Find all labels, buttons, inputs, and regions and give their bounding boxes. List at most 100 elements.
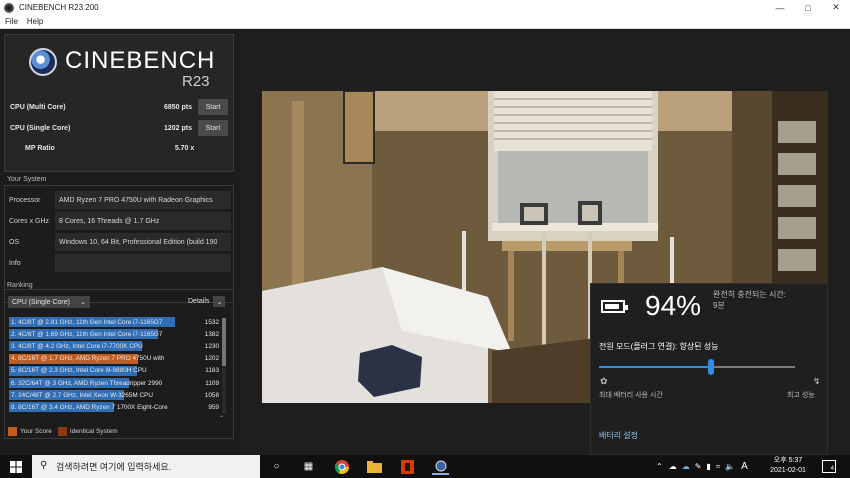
- cinebench-window: CINEBENCH R23.200 — □ ✕ File Help CINEBE…: [0, 0, 850, 478]
- ranking-row[interactable]: 3. 4C/8T @ 4.2 GHz, Intel Core i7-7700K …: [9, 340, 227, 352]
- ranking-label: 4. 8C/16T @ 1.7 GHz, AMD Ryzen 7 PRO 475…: [11, 355, 165, 363]
- logo-score-box: CINEBENCH R23 CPU (Multi Core) 6850 pts …: [4, 34, 234, 172]
- ranking-row[interactable]: 6. 32C/64T @ 3 GHz, AMD Ryzen Threadripp…: [9, 377, 227, 389]
- ranking-row[interactable]: 2. 4C/8T @ 1.69 GHz, 11th Gen Intel Core…: [9, 328, 227, 340]
- logo-version: R23: [182, 73, 210, 90]
- bolt-icon: ↯: [813, 376, 821, 386]
- ranking-test-select[interactable]: CPU (Single Core) ⌄: [8, 296, 90, 308]
- ranking-scrollbar-thumb[interactable]: [222, 318, 226, 366]
- chevron-down-icon: ⌄: [80, 299, 86, 306]
- your-score-swatch: [8, 427, 17, 436]
- ranking-row[interactable]: 5. 8C/16T @ 2.3 GHz, Intel Core i9-9880H…: [9, 365, 227, 377]
- volume-icon[interactable]: 🔈: [725, 462, 735, 471]
- ranking-score: 1532: [204, 318, 219, 326]
- mp-ratio-value: 5.70 x: [174, 145, 195, 152]
- ranking-label: 7. 24C/48T @ 2.7 GHz, Intel Xeon W-3265M…: [11, 391, 153, 399]
- ranking-score: 1382: [204, 330, 219, 338]
- battery-icon[interactable]: ▮: [706, 462, 710, 471]
- file-explorer-icon[interactable]: [366, 458, 383, 475]
- menu-bar: File Help: [0, 15, 850, 29]
- ime-indicator[interactable]: A: [741, 461, 748, 472]
- wifi-icon[interactable]: ≈: [716, 462, 720, 471]
- os-value: Windows 10, 64 Bit, Professional Edition…: [55, 233, 231, 251]
- full-charge-label: 완전히 충전되는 시간:: [713, 290, 786, 299]
- single-core-label: CPU (Single Core): [10, 124, 71, 132]
- ranking-row[interactable]: 8. 8C/16T @ 3.4 GHz, AMD Ryzen 7 1700X E…: [9, 401, 227, 413]
- maximize-button[interactable]: □: [794, 0, 822, 15]
- pen-icon[interactable]: ✎: [695, 462, 702, 471]
- ranking-label: 3. 4C/8T @ 4.2 GHz, Intel Core i7-7700K …: [11, 342, 143, 350]
- details-label: Details: [188, 298, 210, 305]
- chrome-icon[interactable]: [333, 458, 350, 475]
- details-dropdown[interactable]: Details ⌄: [188, 296, 226, 307]
- cloud-icon[interactable]: ☁: [669, 462, 677, 471]
- ranking-row[interactable]: 7. 24C/48T @ 2.7 GHz, Intel Xeon W-3265M…: [9, 389, 227, 401]
- notification-center-icon[interactable]: 4: [822, 460, 836, 473]
- taskbar: ⚲ 검색하려면 여기에 입력하세요. ○ ▦ ⌃ ☁ ☁ ✎ ▮ ≈ 🔈 A 오…: [0, 455, 850, 478]
- power-mode-label: 전원 모드(플러그 연결): 향상된 성능: [599, 342, 719, 351]
- ranking-label: 5. 8C/16T @ 2.3 GHz, Intel Core i9-9880H…: [11, 367, 147, 375]
- info-row: Info: [9, 254, 231, 272]
- ranking-list: 1. 4C/8T @ 2.81 GHz, 11th Gen Intel Core…: [9, 316, 227, 414]
- taskbar-search-input[interactable]: ⚲ 검색하려면 여기에 입력하세요.: [32, 455, 260, 478]
- ranking-title: Ranking: [7, 282, 33, 289]
- clock-time: 오후 5:37: [773, 457, 803, 464]
- multi-core-start-button[interactable]: Start: [198, 99, 228, 115]
- chevron-down-icon: ⌄: [213, 296, 226, 307]
- processor-key: Processor: [9, 196, 41, 204]
- cortana-icon[interactable]: ○: [268, 458, 285, 475]
- single-core-row: CPU (Single Core) 1202 pts Start: [10, 120, 228, 136]
- power-mode-slider-thumb[interactable]: [707, 359, 714, 375]
- ranking-row[interactable]: 1. 4C/8T @ 2.81 GHz, 11th Gen Intel Core…: [9, 316, 227, 328]
- battery-settings-link[interactable]: 배터리 설정: [599, 430, 638, 441]
- office-icon[interactable]: [399, 458, 416, 475]
- search-placeholder: 검색하려면 여기에 입력하세요.: [56, 462, 172, 472]
- windows-logo-icon: [10, 460, 22, 473]
- mp-ratio-row: MP Ratio 5.70 x: [25, 145, 194, 152]
- multi-core-label: CPU (Multi Core): [10, 103, 66, 111]
- ranking-score: 959: [208, 403, 219, 411]
- menu-help[interactable]: Help: [27, 17, 43, 26]
- leaf-icon: ✿: [600, 376, 608, 386]
- os-key: OS: [9, 238, 20, 246]
- ranking-legend: Your Score Identical System: [8, 427, 118, 436]
- window-title: CINEBENCH R23.200: [19, 3, 99, 12]
- left-panel: CINEBENCH R23 CPU (Multi Core) 6850 pts …: [0, 29, 240, 455]
- taskbar-clock[interactable]: 오후 5:37 2021-02-01: [768, 456, 808, 476]
- menu-file[interactable]: File: [5, 17, 18, 26]
- ranking-test-selected: CPU (Single Core): [12, 298, 70, 306]
- notification-count: 4: [830, 466, 834, 472]
- minimize-button[interactable]: —: [766, 0, 794, 15]
- system-box: Processor AMD Ryzen 7 PRO 4750U with Rad…: [4, 185, 234, 303]
- mp-ratio-label: MP Ratio: [25, 145, 55, 152]
- info-field[interactable]: [55, 254, 231, 272]
- chevron-up-icon[interactable]: ⌃: [656, 462, 663, 471]
- ranking-label: 8. 8C/16T @ 3.4 GHz, AMD Ryzen 7 1700X E…: [11, 403, 168, 411]
- close-button[interactable]: ✕: [822, 0, 850, 15]
- battery-percentage: 94%: [645, 290, 702, 321]
- power-mode-slider-fill: [599, 366, 711, 368]
- ranking-score: 1183: [205, 367, 219, 375]
- ranking-label: 1. 4C/8T @ 2.81 GHz, 11th Gen Intel Core…: [11, 318, 163, 326]
- onedrive-icon[interactable]: ☁: [682, 462, 690, 471]
- ranking-row[interactable]: 4. 8C/16T @ 1.7 GHz, AMD Ryzen 7 PRO 475…: [9, 353, 227, 365]
- single-core-start-button[interactable]: Start: [198, 120, 228, 136]
- task-view-icon[interactable]: ▦: [300, 458, 317, 475]
- multi-core-score: 6850 pts: [163, 103, 192, 111]
- single-core-score: 1202 pts: [163, 124, 192, 132]
- full-charge-time: 완전히 충전되는 시간: 9분: [713, 289, 823, 311]
- scroll-down-icon[interactable]: ⌄: [219, 412, 224, 419]
- start-button[interactable]: [0, 455, 32, 478]
- cores-value: 8 Cores, 16 Threads @ 1.7 GHz: [55, 212, 231, 230]
- cinebench-taskbar-icon[interactable]: [432, 458, 449, 475]
- battery-flyout: 94% 완전히 충전되는 시간: 9분 전원 모드(플러그 연결): 향상된 성…: [590, 283, 828, 455]
- full-charge-value: 9분: [713, 301, 725, 310]
- cinebench-logo-icon: [29, 48, 57, 76]
- cinebench-app-icon: [4, 2, 14, 13]
- multi-core-row: CPU (Multi Core) 6850 pts Start: [10, 99, 228, 115]
- clock-date: 2021-02-01: [770, 467, 806, 474]
- logo-name: CINEBENCH: [65, 47, 216, 74]
- best-battery-label: 최대 배터리 사용 시간: [599, 392, 663, 399]
- processor-value: AMD Ryzen 7 PRO 4750U with Radeon Graphi…: [55, 191, 231, 209]
- title-bar: CINEBENCH R23.200 — □ ✕: [0, 0, 850, 15]
